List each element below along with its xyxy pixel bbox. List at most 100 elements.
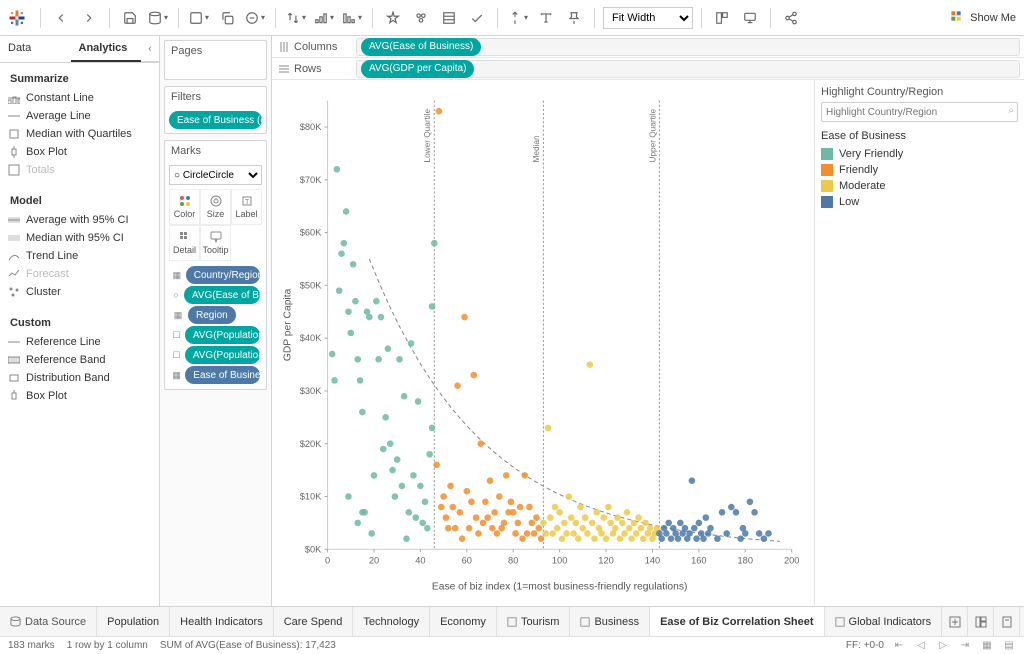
duplicate-button[interactable] [215, 6, 239, 30]
highlight-input[interactable] [821, 102, 1018, 122]
mark-pill-0[interactable]: Country/Region [186, 266, 260, 284]
clear-button[interactable]: ▾ [243, 6, 267, 30]
analytics-median-quartiles[interactable]: Median with Quartiles [0, 125, 159, 143]
filters-card[interactable]: Filters Ease of Business (cl..≡ [164, 86, 267, 134]
new-story-button[interactable] [994, 607, 1020, 636]
legend-item-1[interactable]: Friendly [821, 162, 1018, 178]
share-button[interactable] [779, 6, 803, 30]
legend-item-2[interactable]: Moderate [821, 178, 1018, 194]
new-sheet-button[interactable]: ▾ [187, 6, 211, 30]
mark-pill-2[interactable]: Region [188, 306, 236, 324]
sheet-tab-technology[interactable]: Technology [353, 607, 430, 636]
swap-button[interactable]: ▾ [284, 6, 308, 30]
analytics-trend-line[interactable]: Trend Line [0, 247, 159, 265]
legend-swatch [821, 164, 833, 176]
collapse-sidebar-button[interactable]: ‹ [141, 36, 159, 62]
mark-label-button[interactable]: TLabel [231, 189, 262, 225]
analytics-box-plot2[interactable]: Box Plot [0, 387, 159, 405]
sheet-tab-care-spend[interactable]: Care Spend [274, 607, 354, 636]
text-button[interactable] [534, 6, 558, 30]
slide-sorter-button[interactable]: ▤ [1002, 639, 1016, 653]
new-worksheet-button[interactable] [942, 607, 968, 636]
columns-shelf[interactable]: Columns AVG(Ease of Business) [272, 36, 1024, 58]
data-source-tab[interactable]: Data Source [0, 607, 97, 636]
analytics-cluster[interactable]: Cluster [0, 283, 159, 301]
show-cards-button[interactable] [710, 6, 734, 30]
group-button[interactable] [409, 6, 433, 30]
sheet-tab-ease-of-biz-correlation-sheet[interactable]: Ease of Biz Correlation Sheet [650, 607, 824, 636]
mark-pill-4[interactable]: AVG(Population.. [185, 346, 260, 364]
new-data-button[interactable]: ▾ [146, 6, 170, 30]
svg-text:$0K: $0K [305, 544, 322, 554]
mark-pill-icon: ○ [171, 289, 181, 301]
analytics-avg-95ci[interactable]: Average with 95% CI [0, 211, 159, 229]
status-sum: SUM of AVG(Ease of Business): 17,423 [160, 640, 336, 651]
mark-detail-button[interactable]: Detail [169, 225, 200, 261]
model-heading: Model [0, 191, 159, 211]
rows-shelf[interactable]: Rows AVG(GDP per Capita) [272, 58, 1024, 80]
sheet-tabs: Data Source PopulationHealth IndicatorsC… [0, 606, 1024, 636]
sheet-tab-economy[interactable]: Economy [430, 607, 497, 636]
sheet-tab-global-indicators[interactable]: Global Indicators [825, 607, 943, 636]
pages-card[interactable]: Pages [164, 40, 267, 80]
analytics-box-plot[interactable]: Box Plot [0, 143, 159, 161]
sort-asc-button[interactable]: ▾ [312, 6, 336, 30]
back-button[interactable] [49, 6, 73, 30]
last-button[interactable]: ⇥ [958, 639, 972, 653]
film-strip-button[interactable]: ▦ [980, 639, 994, 653]
pin-button[interactable]: ▾ [506, 6, 530, 30]
columns-pill[interactable]: AVG(Ease of Business) [361, 38, 481, 56]
svg-text:80: 80 [508, 556, 518, 566]
new-dashboard-button[interactable] [968, 607, 994, 636]
tab-analytics[interactable]: Analytics [71, 36, 142, 62]
sheet-tab-population[interactable]: Population [97, 607, 170, 636]
prev-button[interactable]: ◁ [914, 639, 928, 653]
svg-text:$10K: $10K [300, 492, 322, 502]
svg-text:$50K: $50K [300, 280, 322, 290]
first-button[interactable]: ⇤ [892, 639, 906, 653]
sort-desc-button[interactable]: ▾ [340, 6, 364, 30]
legend-swatch [821, 148, 833, 160]
mark-size-button[interactable]: Size [200, 189, 231, 225]
mark-pill-5[interactable]: Ease of Busine.. [185, 366, 260, 384]
mark-type-select[interactable]: ○ CircleCircle [169, 165, 262, 185]
mark-pill-3[interactable]: AVG(Population.. [185, 326, 260, 344]
analytics-constant-line[interactable]: Constant Line [0, 89, 159, 107]
svg-text:140: 140 [645, 556, 660, 566]
analytics-ref-line[interactable]: Reference Line [0, 333, 159, 351]
forward-button[interactable] [77, 6, 101, 30]
labels-button[interactable] [465, 6, 489, 30]
chart-viewport[interactable]: $0K$10K$20K$30K$40K$50K$60K$70K$80K02040… [272, 80, 814, 606]
analytics-median-95ci[interactable]: Median with 95% CI [0, 229, 159, 247]
filter-pill-ease[interactable]: Ease of Business (cl..≡ [169, 111, 262, 129]
cards-column: Pages Filters Ease of Business (cl..≡ Ma… [160, 36, 272, 606]
top-toolbar: ▾ ▾ ▾ ▾ ▾ ▾ ▾ Fit Width Show Me [0, 0, 1024, 36]
right-pane: Highlight Country/Region ⌕ Ease of Busin… [814, 80, 1024, 606]
sheet-tab-business[interactable]: Business [570, 607, 650, 636]
mark-pill-icon: ☐ [171, 349, 182, 361]
next-button[interactable]: ▷ [936, 639, 950, 653]
highlight-button[interactable] [381, 6, 405, 30]
fit-select[interactable]: Fit Width [603, 7, 693, 29]
tab-data[interactable]: Data [0, 36, 71, 62]
legend-item-0[interactable]: Very Friendly [821, 146, 1018, 162]
analytics-ref-band[interactable]: Reference Band [0, 351, 159, 369]
rows-pill[interactable]: AVG(GDP per Capita) [361, 60, 474, 78]
legend-swatch [821, 196, 833, 208]
sheet-tab-health-indicators[interactable]: Health Indicators [170, 607, 274, 636]
totals-button[interactable] [437, 6, 461, 30]
mark-tooltip-button[interactable]: Tooltip [200, 225, 231, 261]
sheet-tab-tourism[interactable]: Tourism [497, 607, 571, 636]
save-button[interactable] [118, 6, 142, 30]
pin2-button[interactable] [562, 6, 586, 30]
mark-pill-1[interactable]: AVG(Ease of Busi.. [184, 286, 260, 304]
analytics-average-line[interactable]: Average Line [0, 107, 159, 125]
legend-item-3[interactable]: Low [821, 194, 1018, 210]
rows-icon [278, 63, 290, 75]
show-me-icon [950, 10, 966, 26]
analytics-dist-band[interactable]: Distribution Band [0, 369, 159, 387]
mark-color-button[interactable]: Color [169, 189, 200, 225]
svg-text:$20K: $20K [300, 439, 322, 449]
show-me-button[interactable]: Show Me [950, 10, 1016, 26]
presentation-button[interactable] [738, 6, 762, 30]
